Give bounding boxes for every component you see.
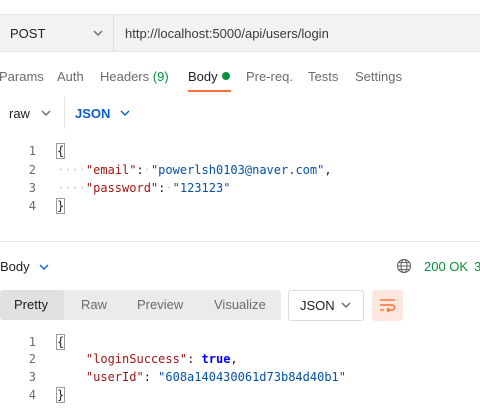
chevron-down-icon [41,110,51,116]
view-tab-raw[interactable]: Raw [81,297,107,312]
line-number: 4 [28,199,36,213]
globe-icon[interactable] [396,258,412,274]
view-tab-pretty[interactable]: Pretty [14,297,48,312]
open-brace: { [55,143,66,159]
code-line: "userId": "608a140430061d73b84d40b1" [85,370,346,384]
body-indicator-dot [221,72,230,80]
json-value: "123123" [172,181,231,195]
request-url-bar: POST http://localhost:5000/api/users/log… [0,14,480,52]
chevron-down-icon [39,264,49,270]
line-number: 2 [28,352,36,366]
line-number: 3 [28,181,36,195]
tab-params[interactable]: Params [0,69,44,84]
status-badge: 200 OK [424,259,469,274]
code-line: "loginSuccess": true, [85,352,238,366]
tab-auth[interactable]: Auth [57,69,84,84]
line-number: 1 [28,335,36,349]
line-number: 2 [28,163,36,177]
body-type-label: raw [9,106,30,121]
pane-divider[interactable] [0,241,480,242]
line-number: 4 [28,388,36,402]
tab-headers[interactable]: Headers (9) [100,69,169,84]
tab-headers-label: Headers [100,69,150,84]
tab-body[interactable]: Body [188,69,230,84]
json-value: "608a140430061d73b84d40b1" [158,370,346,384]
wrap-lines-icon [380,299,396,313]
method-label: POST [10,26,46,41]
line-number: 3 [28,370,36,384]
view-tab-preview[interactable]: Preview [137,297,183,312]
chevron-down-icon [93,30,103,36]
tab-pre-request[interactable]: Pre-req. [246,69,293,84]
code-line: ····"email":·"powerlsh0103@naver.com", [57,163,332,177]
json-key: "email" [85,163,137,177]
json-key: "userId" [85,370,144,384]
tab-tests[interactable]: Tests [308,69,338,84]
headers-count-badge: (9) [152,69,169,84]
json-key: "password" [85,181,159,195]
line-number: 1 [28,144,36,158]
chevron-down-icon [120,110,130,116]
divider [64,97,65,129]
response-body-select[interactable]: Body [0,259,30,274]
tab-body-label: Body [188,69,218,84]
request-body-editor[interactable]: 1 2 3 4 { ····"email":·"powerlsh0103@nav… [0,142,480,218]
method-select[interactable]: POST [0,15,114,51]
active-tab-indicator [188,90,231,92]
json-value: "powerlsh0103@naver.com" [150,163,325,177]
close-brace: } [55,198,66,214]
open-brace: { [55,334,66,350]
chevron-down-icon [341,302,351,308]
response-body-viewer: 1 2 3 4 { "loginSuccess": true, "userId"… [0,333,480,409]
close-brace: } [55,387,66,403]
tab-settings[interactable]: Settings [355,69,402,84]
body-format-label: JSON [75,106,111,121]
view-tab-visualize[interactable]: Visualize [214,297,266,312]
url-input[interactable]: http://localhost:5000/api/users/login [125,26,329,41]
json-key: "loginSuccess" [85,352,188,366]
response-format-label: JSON [300,298,335,313]
response-time: 3 [474,259,480,274]
code-line: ····"password":·"123123" [57,181,231,195]
wrap-lines-button[interactable] [372,290,403,321]
json-value: true [201,352,231,366]
